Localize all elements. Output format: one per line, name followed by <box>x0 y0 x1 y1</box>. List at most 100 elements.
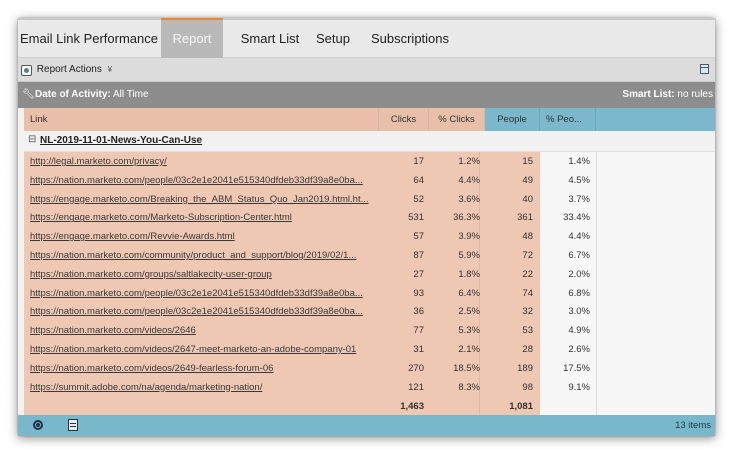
people-cell: 15 <box>522 156 533 167</box>
tab-smart-list[interactable]: Smart List <box>229 20 311 58</box>
people-cell: 28 <box>522 344 533 355</box>
pct-clicks-cell: 6.4% <box>458 287 480 299</box>
report-window: Email Link Performance Report Smart List… <box>18 18 715 436</box>
pct-clicks-cell: 2.5% <box>458 306 480 318</box>
table-row: https://nation.marketo.com/people/03c2e1… <box>24 171 596 190</box>
table-row: https://engage.marketo.com/Revvie-Awards… <box>24 227 596 246</box>
clicks-cell: 17 <box>413 156 424 167</box>
people-cell: 22 <box>522 268 533 280</box>
pct-people-cell: 6.7% <box>568 250 590 261</box>
clicks-cell: 87 <box>413 250 424 261</box>
header-pct-clicks[interactable]: % Clicks <box>429 108 485 131</box>
report-actions-icon <box>21 64 32 76</box>
pct-people-cell: 4.5% <box>568 174 590 186</box>
pct-people-cell: 3.7% <box>568 193 590 205</box>
total-people: 1,081 <box>509 401 533 412</box>
clicks-cell: 52 <box>413 193 424 205</box>
pct-clicks-cell: 36.3% <box>453 212 480 224</box>
table-row: https://nation.marketo.com/videos/2646 77… <box>24 321 596 340</box>
header-link[interactable]: Link <box>24 108 379 131</box>
pct-people-cell: 3.0% <box>568 306 590 318</box>
clicks-cell: 31 <box>413 344 424 355</box>
people-cell: 48 <box>522 231 533 243</box>
pct-people-cell: 2.6% <box>568 344 590 355</box>
link-cell[interactable]: http://legal.marketo.com/privacy/ <box>30 152 375 171</box>
pct-people-cell: 9.1% <box>568 381 590 393</box>
link-cell[interactable]: https://nation.marketo.com/groups/saltla… <box>30 265 375 284</box>
people-cell: 53 <box>522 325 533 337</box>
pct-people-cell: 2.0% <box>568 268 590 280</box>
table-row: https://nation.marketo.com/people/03c2e1… <box>24 302 596 321</box>
table-row: https://nation.marketo.com/groups/saltla… <box>24 265 596 284</box>
pct-clicks-cell: 18.5% <box>453 362 480 374</box>
clicks-cell: 77 <box>413 325 424 337</box>
pct-clicks-cell: 5.9% <box>458 250 480 261</box>
smart-list-label: Smart List: <box>622 89 675 100</box>
clicks-cell: 531 <box>408 212 424 224</box>
link-cell[interactable]: https://summit.adobe.com/na/agenda/marke… <box>30 378 375 397</box>
link-cell[interactable]: https://engage.marketo.com/Breaking_the_… <box>30 190 375 209</box>
link-cell[interactable]: https://engage.marketo.com/Marketo-Subsc… <box>30 208 375 227</box>
table-row: https://engage.marketo.com/Breaking_the_… <box>24 190 596 209</box>
people-cell: 361 <box>517 212 533 224</box>
date-filter-label: Date of Activity: <box>35 89 111 100</box>
item-count: 13 items <box>675 420 711 431</box>
pct-people-cell: 33.4% <box>563 212 590 224</box>
link-cell[interactable]: https://nation.marketo.com/videos/2647-m… <box>30 340 375 359</box>
date-filter-value: All Time <box>113 89 149 100</box>
clicks-cell: 57 <box>413 231 424 243</box>
link-cell[interactable]: https://nation.marketo.com/people/03c2e1… <box>30 284 375 303</box>
collapse-icon[interactable]: ⊟ <box>28 134 36 145</box>
tab-setup[interactable]: Setup <box>310 20 356 58</box>
link-cell[interactable]: https://nation.marketo.com/community/pro… <box>30 246 375 265</box>
pct-clicks-cell: 2.1% <box>458 344 480 355</box>
empty-column-bg <box>596 131 715 415</box>
report-actions-button[interactable]: Report Actions ¥ <box>21 63 112 77</box>
link-cell[interactable]: https://nation.marketo.com/videos/2649-f… <box>30 359 375 378</box>
pct-people-cell: 4.9% <box>568 325 590 337</box>
totals-row: 1,463 1,081 <box>24 398 596 415</box>
link-cell[interactable]: https://nation.marketo.com/videos/2646 <box>30 321 375 340</box>
link-cell[interactable]: https://engage.marketo.com/Revvie-Awards… <box>30 227 375 246</box>
pct-clicks-cell: 5.3% <box>458 325 480 337</box>
link-cell[interactable]: https://nation.marketo.com/people/03c2e1… <box>30 171 375 190</box>
people-cell: 40 <box>522 193 533 205</box>
pct-people-cell: 4.4% <box>568 231 590 243</box>
refresh-icon[interactable] <box>33 420 43 430</box>
table-row: https://nation.marketo.com/people/03c2e1… <box>24 284 596 303</box>
pct-people-cell: 1.4% <box>568 156 590 167</box>
report-grid: Link Clicks % Clicks People % Peo... ⊟ N… <box>24 108 715 415</box>
link-cell[interactable]: https://nation.marketo.com/people/03c2e1… <box>30 302 375 321</box>
smart-list-filter[interactable]: Smart List: no rules <box>622 82 713 108</box>
clicks-cell: 36 <box>413 306 424 318</box>
people-cell: 32 <box>522 306 533 318</box>
clicks-cell: 27 <box>413 268 424 280</box>
people-cell: 189 <box>517 362 533 374</box>
header-clicks[interactable]: Clicks <box>379 108 429 131</box>
pct-clicks-cell: 1.8% <box>458 268 480 280</box>
filter-bar: 🔧︎ Date of Activity: All Time Smart List… <box>18 82 715 108</box>
pct-clicks-cell: 8.3% <box>458 381 480 393</box>
spreadsheet-icon[interactable] <box>68 419 78 431</box>
grid-footer: 13 items <box>18 415 715 436</box>
export-icon[interactable] <box>700 64 709 74</box>
table-row: https://nation.marketo.com/videos/2649-f… <box>24 359 596 378</box>
tab-email-link-performance[interactable]: Email Link Performance <box>18 20 160 58</box>
total-clicks: 1,463 <box>400 401 424 412</box>
header-pct-people[interactable]: % Peo... <box>540 108 596 131</box>
clicks-cell: 270 <box>408 362 424 374</box>
pct-clicks-cell: 3.9% <box>458 231 480 243</box>
people-cell: 98 <box>522 381 533 393</box>
table-row: https://engage.marketo.com/Marketo-Subsc… <box>24 208 596 227</box>
header-people[interactable]: People <box>485 108 540 131</box>
clicks-cell: 93 <box>413 287 424 299</box>
tab-subscriptions[interactable]: Subscriptions <box>370 20 450 58</box>
date-of-activity-filter[interactable]: Date of Activity: All Time <box>35 82 149 108</box>
pct-people-cell: 6.8% <box>568 287 590 299</box>
group-row[interactable]: ⊟ NL-2019-11-01-News-You-Can-Use <box>24 131 715 152</box>
report-actions-label: Report Actions <box>36 64 102 75</box>
tab-report[interactable]: Report <box>161 18 223 60</box>
pct-clicks-cell: 1.2% <box>458 156 480 167</box>
header-empty <box>596 108 715 131</box>
smart-list-value: no rules <box>677 89 713 100</box>
